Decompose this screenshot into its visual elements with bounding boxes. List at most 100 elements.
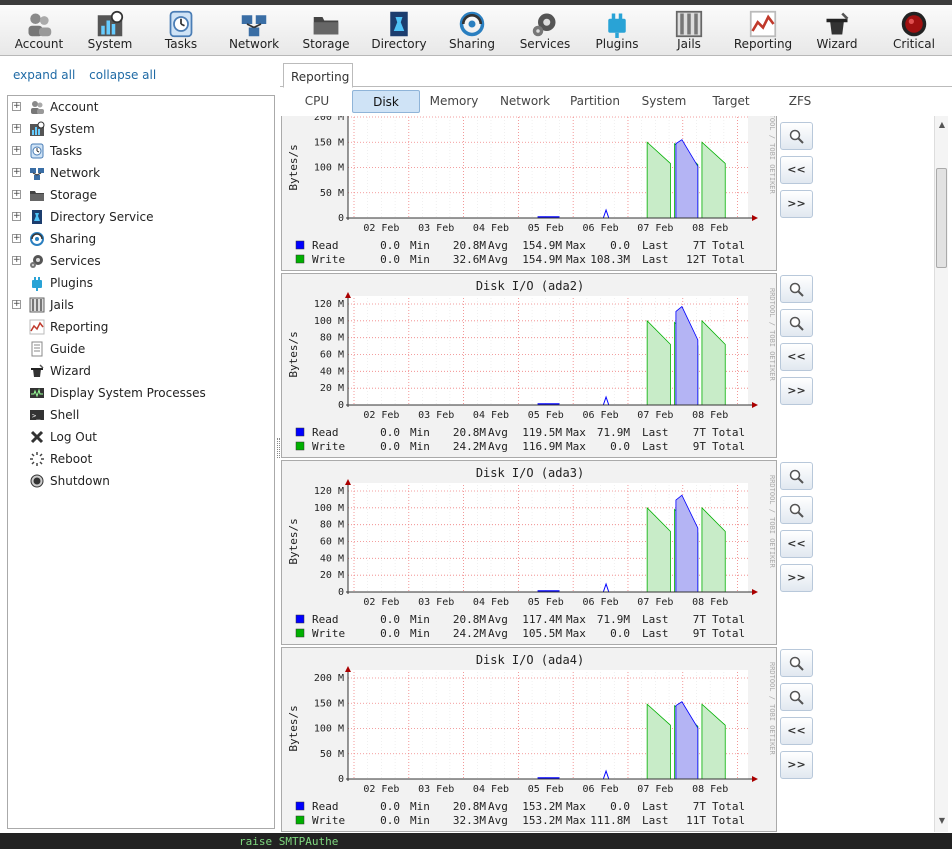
x-tick-label: 04 Feb	[473, 410, 509, 421]
tree-item-jails[interactable]: + Jails	[8, 295, 274, 315]
zoom-out-button[interactable]: −	[780, 309, 813, 337]
toolbar-label: Wizard	[816, 37, 858, 51]
alert-icon	[900, 10, 928, 37]
tree-item-system[interactable]: + System	[8, 119, 274, 139]
back-button[interactable]: <<	[780, 156, 813, 184]
toolbar-tasks-button[interactable]: Tasks	[146, 8, 216, 54]
legend-caption: Min	[410, 239, 430, 252]
tree-item-account[interactable]: + Account	[8, 97, 274, 117]
tree-item-wizard[interactable]: Wizard	[8, 361, 274, 381]
toolbar-network-button[interactable]: Network	[219, 8, 289, 54]
subtab-partition[interactable]: Partition	[564, 90, 626, 113]
collapse-all-link[interactable]: collapse all	[89, 68, 156, 82]
tree-item-sharing[interactable]: + Sharing	[8, 229, 274, 249]
toolbar-jails-button[interactable]: Jails	[654, 8, 724, 54]
expand-icon[interactable]: +	[12, 124, 21, 133]
legend-name: Read	[312, 613, 339, 626]
toolbar-account-button[interactable]: Account	[4, 8, 74, 54]
vertical-scrollbar[interactable]: ▲ ▼	[934, 116, 948, 832]
zoom-out-button[interactable]: −	[780, 122, 813, 150]
y-axis-arrow-icon	[345, 292, 351, 298]
tree-item-shutdown[interactable]: Shutdown	[8, 471, 274, 491]
scroll-up-icon[interactable]: ▲	[937, 120, 947, 130]
zoom-in-button[interactable]: +	[780, 462, 813, 490]
jails-icon	[29, 297, 45, 313]
subtab-cpu[interactable]: CPU	[288, 90, 346, 113]
toolbar-wizard-button[interactable]: Wizard	[801, 8, 873, 54]
expand-icon[interactable]: +	[12, 234, 21, 243]
legend-name: Write	[312, 627, 345, 640]
toolbar-storage-button[interactable]: Storage	[291, 8, 361, 54]
subtab-target[interactable]: Target	[702, 90, 760, 113]
scrollbar-thumb[interactable]	[936, 168, 947, 268]
zoom-out-icon	[789, 503, 804, 518]
toolbar-plugins-button[interactable]: Plugins	[582, 8, 652, 54]
back-button[interactable]: <<	[780, 530, 813, 558]
tree-item-guide[interactable]: Guide	[8, 339, 274, 359]
tree-item-network[interactable]: + Network	[8, 163, 274, 183]
expand-icon[interactable]: +	[12, 146, 21, 155]
logout-icon	[29, 429, 45, 445]
tree-item-directory-service[interactable]: + Directory Service	[8, 207, 274, 227]
tree-item-display-system-processes[interactable]: Display System Processes	[8, 383, 274, 403]
forward-button[interactable]: >>	[780, 190, 813, 218]
legend-max: 153.2M	[522, 814, 562, 827]
x-tick-label: 05 Feb	[528, 784, 564, 795]
subtab-disk[interactable]: Disk	[352, 90, 420, 113]
network-icon	[29, 165, 45, 181]
expand-icon[interactable]: +	[12, 190, 21, 199]
toolbar-reporting-button[interactable]: Reporting	[726, 8, 800, 54]
zoom-out-button[interactable]: −	[780, 683, 813, 711]
subtab-system[interactable]: System	[634, 90, 694, 113]
y-tick-label: 0	[338, 400, 344, 411]
tree-item-services[interactable]: + Services	[8, 251, 274, 271]
expand-all-link[interactable]: expand all	[13, 68, 75, 82]
tree-item-reboot[interactable]: Reboot	[8, 449, 274, 469]
legend-min: 0.0	[380, 253, 400, 266]
toolbar-critical-button[interactable]: Critical	[876, 8, 952, 54]
forward-button[interactable]: >>	[780, 377, 813, 405]
reporting-subtabs: CPU Disk Memory Network Partition System Targe…	[280, 88, 952, 116]
tree-item-label: Network	[50, 166, 101, 180]
subtab-memory[interactable]: Memory	[424, 90, 484, 113]
tree-item-label: Shutdown	[50, 474, 110, 488]
y-tick-label: 100 M	[314, 503, 344, 514]
status-bar: raise SMTPAuthe	[0, 833, 952, 849]
y-axis-label: Bytes/s	[287, 331, 300, 377]
toolbar-system-button[interactable]: System	[79, 8, 141, 54]
expand-icon[interactable]: +	[12, 256, 21, 265]
zoom-out-button[interactable]: −	[780, 496, 813, 524]
forward-button[interactable]: >>	[780, 564, 813, 592]
tree-item-log-out[interactable]: Log Out	[8, 427, 274, 447]
legend-last: 0.0	[610, 239, 630, 252]
tree-item-storage[interactable]: + Storage	[8, 185, 274, 205]
back-button[interactable]: <<	[780, 717, 813, 745]
subtab-network[interactable]: Network	[492, 90, 558, 113]
expand-icon[interactable]: +	[12, 300, 21, 309]
nav-label: <<	[787, 537, 806, 550]
expand-icon[interactable]: +	[12, 212, 21, 221]
nav-label: >>	[787, 384, 806, 397]
y-tick-label: 20 M	[320, 570, 344, 581]
toolbar-services-button[interactable]: Services	[510, 8, 580, 54]
subtab-zfs[interactable]: ZFS	[772, 90, 828, 113]
zoom-in-button[interactable]: +	[780, 649, 813, 677]
zoom-in-button[interactable]: +	[780, 275, 813, 303]
toolbar-sharing-button[interactable]: Sharing	[437, 8, 507, 54]
tree-item-reporting[interactable]: Reporting	[8, 317, 274, 337]
x-tick-label: 08 Feb	[692, 410, 728, 421]
tree-item-shell[interactable]: >_ Shell	[8, 405, 274, 425]
tree-item-tasks[interactable]: + Tasks	[8, 141, 274, 161]
legend-avg: 20.8M	[453, 613, 486, 626]
forward-button[interactable]: >>	[780, 751, 813, 779]
scroll-down-icon[interactable]: ▼	[937, 816, 947, 826]
back-button[interactable]: <<	[780, 343, 813, 371]
toolbar-directory-button[interactable]: Directory	[364, 8, 434, 54]
tree-item-plugins[interactable]: Plugins	[8, 273, 274, 293]
sharing-icon	[29, 231, 45, 247]
toolbar-label: Jails	[677, 37, 701, 51]
expand-icon[interactable]: +	[12, 168, 21, 177]
tab-reporting[interactable]: Reporting	[283, 63, 353, 88]
expand-icon[interactable]: +	[12, 102, 21, 111]
x-tick-label: 07 Feb	[637, 410, 673, 421]
